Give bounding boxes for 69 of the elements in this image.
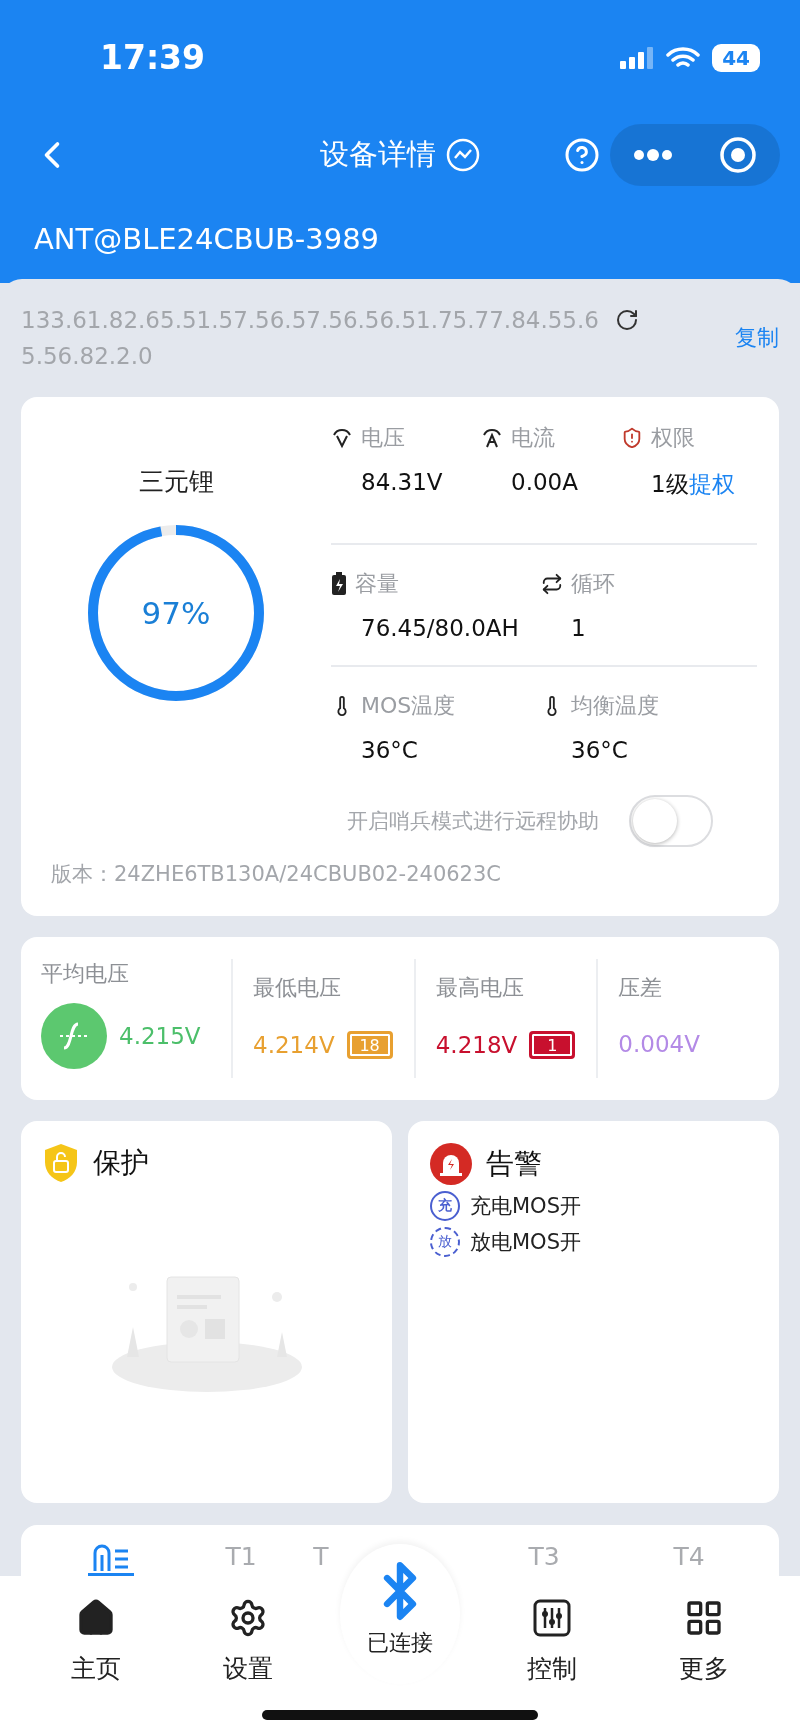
voltage-value: 4.214V bbox=[253, 1032, 335, 1058]
alarm-badge: 充 bbox=[430, 1191, 460, 1221]
sliders-icon bbox=[532, 1598, 572, 1638]
metric-value: 84.31V bbox=[360, 469, 444, 495]
sensor-tab[interactable]: T4 bbox=[669, 1540, 709, 1576]
chemistry-label: 三元锂 bbox=[138, 466, 214, 498]
settings-icon bbox=[228, 1598, 268, 1638]
metric-value: 1 bbox=[570, 615, 587, 641]
cell-number-badge: 1 bbox=[529, 1031, 576, 1059]
volt-icon bbox=[331, 427, 353, 449]
home-icon bbox=[76, 1598, 116, 1638]
metric-label: 电压 bbox=[361, 424, 405, 452]
metric-value: 36°C bbox=[360, 737, 419, 763]
more-icon[interactable] bbox=[633, 149, 673, 161]
metric-label: 电流 bbox=[511, 424, 555, 452]
elevate-link[interactable]: 提权 bbox=[688, 471, 735, 497]
protection-title: 保护 bbox=[93, 1145, 149, 1181]
sensor-tab[interactable]: T3 bbox=[524, 1540, 564, 1576]
sensor-tab[interactable]: T1 bbox=[221, 1540, 261, 1576]
lock-shield-icon bbox=[43, 1143, 79, 1183]
metric-value: 1级提权 bbox=[650, 470, 736, 499]
battery-level: 44 bbox=[712, 43, 760, 72]
sentinel-toggle[interactable] bbox=[629, 795, 713, 847]
signal-icon bbox=[620, 46, 655, 69]
alarm-badge: 放 bbox=[430, 1227, 460, 1257]
alarm-text: 充电MOS开 bbox=[470, 1193, 581, 1220]
siren-icon bbox=[430, 1143, 472, 1185]
alarm-text: 放电MOS开 bbox=[470, 1229, 581, 1256]
help-icon[interactable] bbox=[564, 137, 600, 173]
cells-icon bbox=[92, 1542, 130, 1571]
alarm-title: 告警 bbox=[486, 1146, 542, 1182]
metric-value: 36°C bbox=[570, 737, 629, 763]
voltage-label: 最低电压 bbox=[253, 974, 343, 1002]
metric-value: 76.45/80.0AH bbox=[360, 615, 520, 641]
nav-item[interactable]: 主页 bbox=[36, 1576, 156, 1734]
shield-icon bbox=[621, 427, 643, 449]
device-name: ANT@BLE24CBUB-3989 bbox=[34, 222, 380, 256]
cell-number-badge: 18 bbox=[346, 1031, 393, 1059]
amp-icon bbox=[481, 427, 503, 449]
refresh-icon[interactable] bbox=[615, 308, 639, 332]
voltage-label: 最高电压 bbox=[435, 974, 525, 1002]
sensor-tab[interactable]: T bbox=[309, 1540, 333, 1576]
metric-label: 容量 bbox=[355, 570, 399, 598]
voltage-label: 平均电压 bbox=[41, 960, 130, 988]
page-title: 设备详情 bbox=[320, 136, 436, 173]
metric-value: 0.00A bbox=[510, 469, 579, 495]
voltage-value: 0.004V bbox=[618, 1031, 700, 1057]
nav-item[interactable]: 控制 bbox=[492, 1576, 612, 1734]
status-time: 17:39 bbox=[100, 38, 206, 77]
copy-link[interactable]: 复制 bbox=[735, 323, 779, 353]
metric-label: 循环 bbox=[571, 570, 615, 598]
version-text: 版本：24ZHE6TB130A/24CBUB02-240623C bbox=[50, 861, 502, 888]
grid-icon bbox=[684, 1598, 724, 1638]
device-id: 133.61.82.65.51.57.56.57.56.56.51.75.77.84.55.65.56.82.2.0 bbox=[21, 306, 600, 371]
sentinel-label: 开启哨兵模式进行远程协助 bbox=[347, 808, 599, 835]
percent-text: 97% bbox=[141, 595, 211, 631]
voltage-value: 4.215V bbox=[119, 1023, 201, 1049]
nav-item[interactable]: 设置 bbox=[188, 1576, 308, 1734]
metric-label: MOS温度 bbox=[361, 692, 456, 720]
nav-item[interactable]: 更多 bbox=[644, 1576, 764, 1734]
voltage-value: 4.218V bbox=[435, 1032, 518, 1058]
battery-icon bbox=[331, 572, 347, 596]
metric-label: 权限 bbox=[651, 424, 695, 452]
metric-label: 均衡温度 bbox=[571, 692, 659, 720]
cycle-icon bbox=[541, 573, 563, 595]
voltage-label: 压差 bbox=[618, 974, 664, 1002]
wifi-icon bbox=[666, 45, 701, 70]
trend-icon bbox=[446, 138, 480, 172]
bluetooth-button[interactable]: 已连接 bbox=[340, 1544, 460, 1684]
